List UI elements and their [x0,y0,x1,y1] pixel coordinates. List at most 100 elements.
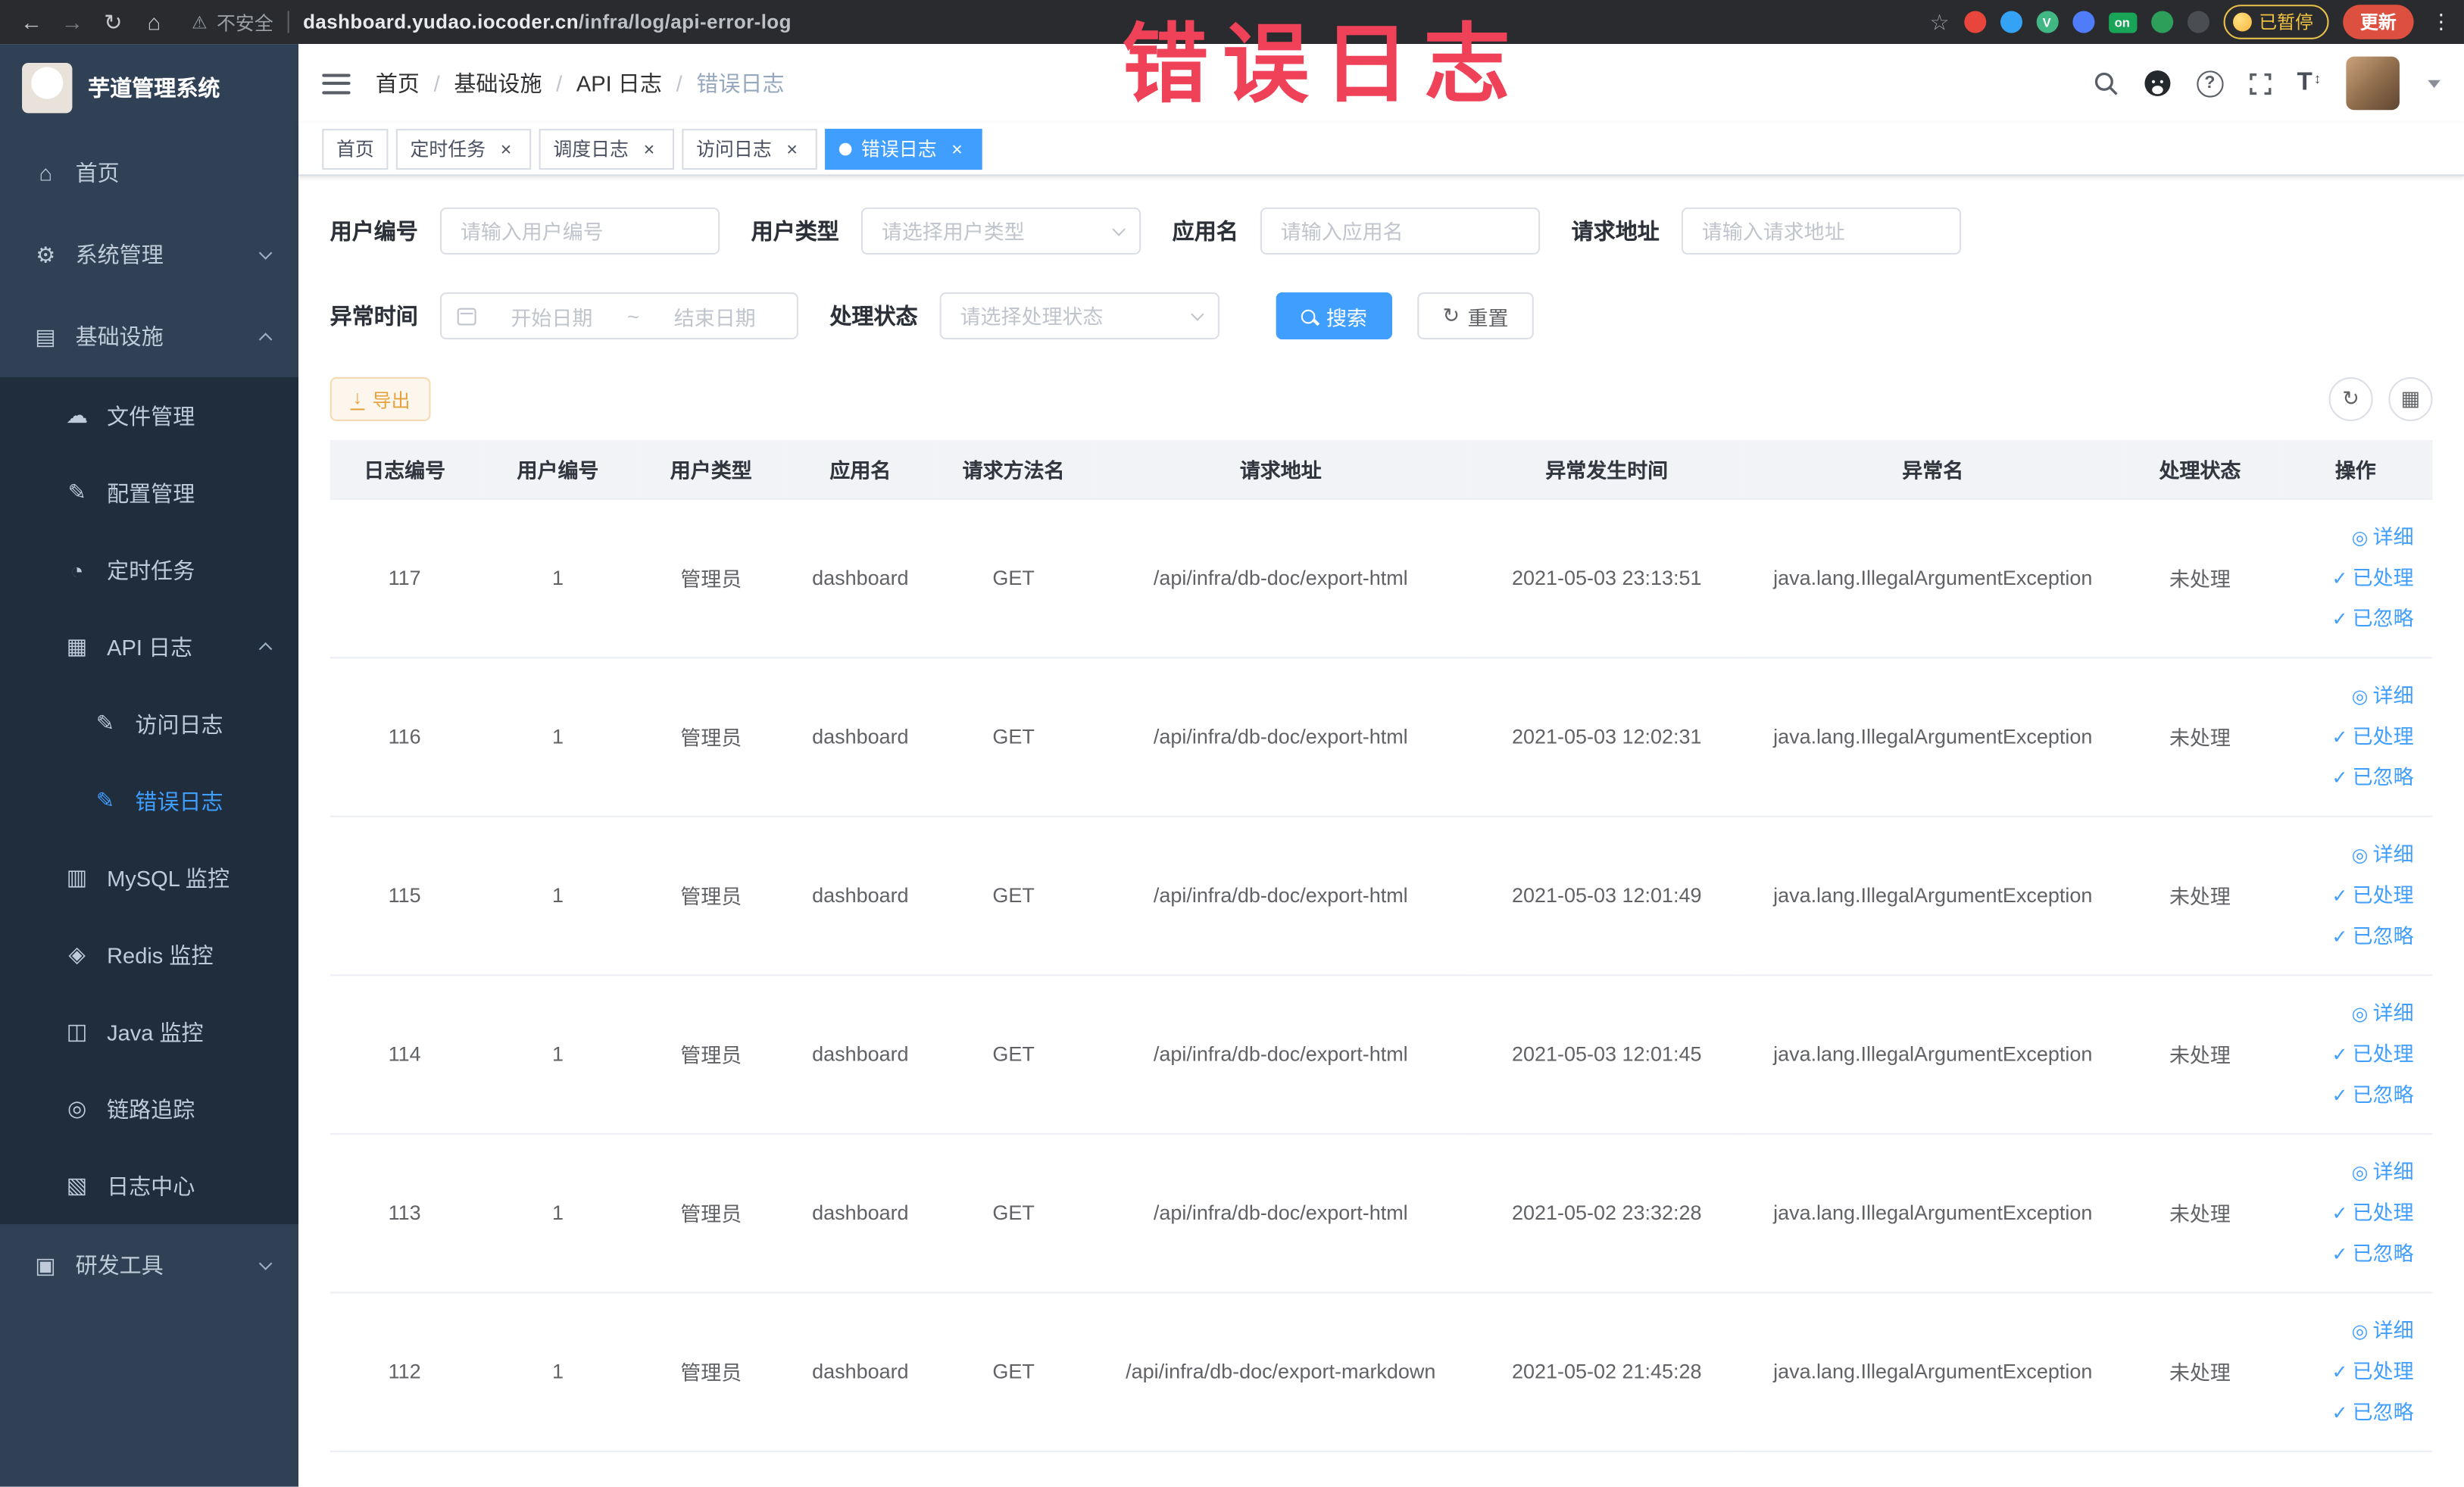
sidebar-item-dev-tools[interactable]: ▣ 研发工具 [0,1224,298,1306]
mark-processed-link[interactable]: ✓ 已处理 [2332,716,2414,757]
breadcrumb-api-log[interactable]: API 日志 [576,67,662,98]
tag-schedule-log[interactable]: 调度日志 × [539,128,675,170]
back-icon[interactable]: ← [13,5,51,39]
search-icon[interactable] [2093,70,2118,95]
detail-link[interactable]: ◎ 详细 [2352,834,2414,875]
sidebar-item-access-log[interactable]: ✎ 访问日志 [0,686,298,763]
detail-link[interactable]: ◎ 详细 [2352,675,2414,716]
address-bar[interactable]: ⚠ 不安全 dashboard.yudao.iocoder.cn/infra/l… [192,8,792,35]
sidebar-item-home[interactable]: ⌂ 首页 [0,132,298,214]
sidebar-item-api-log[interactable]: ▦ API 日志 [0,608,298,686]
detail-link[interactable]: ◎ 详细 [2352,517,2414,558]
user-type-select[interactable] [860,207,1141,255]
cell-exception-name: java.lang.IllegalArgumentException [1744,1292,2122,1451]
chevron-down-icon[interactable] [2428,79,2441,88]
close-icon[interactable]: × [638,138,660,160]
detail-link[interactable]: ◎ 详细 [2352,1310,2414,1351]
cell-app-name: dashboard [785,1292,935,1451]
sidebar-item-trace[interactable]: ◎ 链路追踪 [0,1070,298,1148]
breadcrumb-home[interactable]: 首页 [376,67,420,98]
sidebar-item-error-log[interactable]: ✎ 错误日志 [0,762,298,839]
sidebar-toggle[interactable] [322,73,351,94]
tag-error-log[interactable]: 错误日志 × [825,128,982,170]
user-type-label: 用户类型 [751,218,839,244]
sidebar-menu: ⌂ 首页 ⚙ 系统管理 ▤ 基础设施 ☁ 文件管理 ✎ 配置管理 ◔ 定时任务 … [0,132,299,1306]
filter-row-2: 异常时间 开始日期 ~ 结束日期 处理状态 请选择处理状态 搜索 ↻ 重置 [330,292,2433,340]
close-icon[interactable]: × [946,138,968,160]
emoji-icon [2231,12,2251,32]
app-title: 芋道管理系统 [88,75,220,101]
breadcrumb-infrastructure[interactable]: 基础设施 [454,67,542,98]
detail-link[interactable]: ◎ 详细 [2352,992,2414,1033]
mark-processed-link[interactable]: ✓ 已处理 [2332,1192,2414,1233]
mark-ignored-link[interactable]: ✓ 已忽略 [2332,1233,2414,1274]
java-icon: ◫ [66,1018,88,1044]
extension-icon-dark[interactable] [2186,11,2209,33]
tag-home[interactable]: 首页 [322,128,389,170]
refresh-button[interactable]: ↻ [2328,376,2373,421]
tag-scheduled-tasks[interactable]: 定时任务 × [395,128,532,170]
mark-processed-link[interactable]: ✓ 已处理 [2332,1033,2414,1074]
sidebar-item-system-management[interactable]: ⚙ 系统管理 [0,214,298,295]
extension-icon-grid[interactable] [2072,11,2094,33]
leaf-extension-icon[interactable] [2150,11,2173,33]
chevron-up-icon [258,332,273,345]
mark-processed-link[interactable]: ✓ 已处理 [2332,557,2414,598]
browser-update-button[interactable]: 更新 [2343,5,2414,39]
mark-ignored-link[interactable]: ✓ 已忽略 [2332,1074,2414,1115]
mark-ignored-link[interactable]: ✓ 已忽略 [2332,915,2414,956]
mark-processed-link[interactable]: ✓ 已处理 [2332,1351,2414,1392]
forward-icon[interactable]: → [54,5,92,39]
vue-devtools-icon[interactable]: V [2035,11,2058,33]
reset-button[interactable]: ↻ 重置 [1417,292,1534,340]
process-status-select-input[interactable] [939,292,1220,340]
help-icon[interactable]: ? [2196,70,2223,97]
user-id-input[interactable] [439,207,720,255]
fullscreen-icon[interactable] [2248,71,2272,95]
bookmark-star-icon[interactable]: ☆ [1929,8,1949,35]
sidebar-item-file-management[interactable]: ☁ 文件管理 [0,377,298,455]
export-button[interactable]: ↓ 导出 [329,376,431,421]
sidebar-item-redis-monitor[interactable]: ◈ Redis 监控 [0,916,298,993]
on-badge-icon[interactable]: on [2108,11,2137,33]
cell-user-type: 管理员 [636,815,786,976]
extension-icon-drop[interactable] [1999,11,2022,33]
sidebar-item-scheduled-tasks[interactable]: ◔ 定时任务 [0,531,298,608]
detail-link[interactable]: ◎ 详细 [2352,1151,2414,1192]
mark-ignored-link[interactable]: ✓ 已忽略 [2332,757,2414,798]
cell-exception-time: 2021-05-03 12:01:45 [1469,974,1744,1134]
mark-ignored-link[interactable]: ✓ 已忽略 [2332,598,2414,639]
check-icon: ✓ [2331,725,2348,748]
sidebar-item-java-monitor[interactable]: ◫ Java 监控 [0,993,298,1070]
font-size-icon[interactable]: T ↕ [2297,69,2321,97]
app-name-input[interactable] [1260,207,1541,255]
request-url-input[interactable] [1681,207,1962,255]
avatar[interactable] [2346,56,2400,111]
paused-extension-badge[interactable]: 已暂停 [2222,5,2329,39]
cell-user-type: 管理员 [636,657,786,817]
home-icon: ⌂ [39,160,52,186]
browser-home-icon[interactable]: ⌂ [135,5,173,39]
sidebar-item-log-center[interactable]: ▧ 日志中心 [0,1147,298,1224]
mark-processed-link[interactable]: ✓ 已处理 [2332,875,2414,916]
close-icon[interactable]: × [495,138,517,160]
end-date-input[interactable]: 结束日期 [648,301,781,330]
exception-time-range-picker[interactable]: 开始日期 ~ 结束日期 [439,292,798,340]
breadcrumb: 首页 / 基础设施 / API 日志 / 错误日志 [376,67,785,98]
extension-icon-red[interactable] [1963,11,1986,33]
sidebar-item-mysql-monitor[interactable]: ▥ MySQL 监控 [0,839,298,917]
github-icon[interactable] [2143,69,2171,97]
search-button[interactable]: 搜索 [1276,292,1393,340]
column-settings-button[interactable]: ▦ [2388,376,2433,421]
reload-icon[interactable]: ↻ [94,5,132,39]
sidebar-item-config-management[interactable]: ✎ 配置管理 [0,455,298,532]
tag-access-log[interactable]: 访问日志 × [682,128,817,170]
process-status-select[interactable] [939,292,1220,340]
cell-exception-name: java.lang.IllegalArgumentException [1744,498,2122,658]
browser-menu-icon[interactable]: ⋮ [2431,9,2451,34]
start-date-input[interactable]: 开始日期 [486,301,618,330]
sidebar-item-infrastructure[interactable]: ▤ 基础设施 [0,295,298,377]
mark-ignored-link[interactable]: ✓ 已忽略 [2332,1392,2414,1432]
close-icon[interactable]: × [781,138,803,160]
user-type-select-input[interactable] [860,207,1141,255]
